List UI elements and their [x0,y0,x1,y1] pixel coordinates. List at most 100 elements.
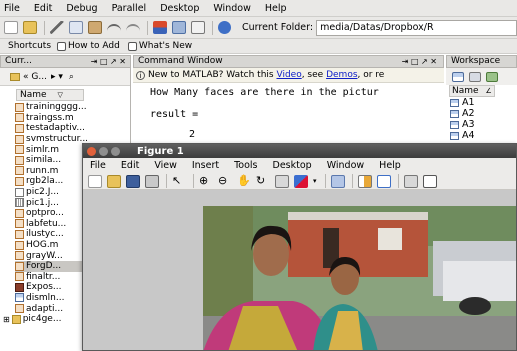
chevron-down-icon[interactable]: ▸ ▾ [51,72,63,82]
data-cursor-icon[interactable] [275,174,289,188]
how-to-add-link[interactable]: How to Add [68,41,120,51]
pan-hand-icon[interactable]: ✋ [237,174,251,188]
info-suffix: , or re [357,70,385,80]
copy-icon[interactable] [69,21,83,34]
fig-menu-window[interactable]: Window [327,160,364,171]
variable-name: A1 [462,97,475,108]
undo-icon[interactable] [107,23,121,32]
zoom-out-icon[interactable]: ⊖ [218,174,232,188]
main-menubar: File Edit Debug Parallel Desktop Window … [0,0,517,17]
menu-debug[interactable]: Debug [66,3,97,14]
new-variable-icon[interactable] [452,71,464,82]
shortcuts-label: Shortcuts [8,41,52,51]
menu-desktop[interactable]: Desktop [160,3,199,14]
import-data-icon[interactable] [469,71,481,82]
file-name: testadaptiv... [26,123,85,134]
workspace-variable[interactable]: A2 [446,108,517,119]
m-file-icon [15,229,24,239]
show-plot-tools-icon[interactable] [422,174,437,188]
rotate-3d-icon[interactable]: ↻ [256,174,270,188]
file-name: HOG.m [26,240,59,251]
minimize-window-icon[interactable] [99,146,108,156]
cut-icon[interactable] [50,21,64,34]
fig-menu-insert[interactable]: Insert [192,160,219,171]
fig-menu-tools[interactable]: Tools [234,160,257,171]
m-file-icon [15,272,24,282]
help-icon[interactable] [218,21,231,34]
save-icon[interactable] [126,174,140,188]
path-crumb[interactable]: « G... [23,72,47,82]
colorbar-icon[interactable] [357,174,372,188]
mat-file-icon [15,293,24,303]
command-window-title[interactable]: Command Window ⇥ □ ↗ ✕ [133,55,444,68]
print-icon[interactable] [145,174,159,188]
info-bar: i New to MATLAB? Watch this Video, see D… [133,68,444,83]
file-name: ForgD... [26,261,62,272]
fig-menu-view[interactable]: View [154,160,177,171]
command-output-line: How Many faces are there in the pictur [150,87,379,98]
main-toolbar: Current Folder: media/Datas/Dropbox/R [0,17,517,39]
simulink-icon[interactable] [153,21,167,34]
open-folder-icon[interactable] [23,21,37,34]
toolbar-separator [324,174,326,188]
legend-icon[interactable] [376,174,391,188]
current-folder-title[interactable]: Curr... ⇥ □ ↗ ✕ [0,55,131,68]
menu-file[interactable]: File [4,3,20,14]
profiler-icon[interactable] [191,21,205,34]
workspace-variable[interactable]: A4 [446,130,517,141]
panel-controls-icon[interactable]: ⇥ □ ↗ ✕ [91,56,126,67]
toolbar-separator [166,174,167,188]
menu-edit[interactable]: Edit [34,3,52,14]
figure-titlebar[interactable]: Figure 1 [83,144,516,158]
menu-window[interactable]: Window [213,3,250,14]
workspace-name-header[interactable]: Name ∠ [449,85,495,97]
fig-menu-desktop[interactable]: Desktop [273,160,312,171]
expand-icon[interactable]: ⊞ [3,315,10,324]
new-figure-icon[interactable] [88,174,102,188]
demos-link[interactable]: Demos [326,70,357,80]
whats-new-link[interactable]: What's New [139,41,192,51]
list-item[interactable]: testadaptiv... [15,123,130,134]
workspace-variable[interactable]: A3 [446,119,517,130]
search-icon[interactable]: ⌕ [69,72,74,82]
menu-help[interactable]: Help [265,3,287,14]
save-workspace-icon[interactable] [486,71,498,82]
maximize-window-icon[interactable] [111,146,120,156]
current-folder-input[interactable]: media/Datas/Dropbox/R [316,19,517,36]
close-window-icon[interactable] [87,146,96,156]
file-name: pic4ge... [22,314,62,325]
chevron-down-icon[interactable]: ▾ [313,177,317,185]
workspace-variable[interactable]: A1 [446,97,517,108]
guide-icon[interactable] [172,21,186,34]
brush-icon[interactable] [294,174,308,188]
current-folder-title-text: Curr... [5,56,32,66]
m-file-icon [15,304,24,314]
fig-menu-help[interactable]: Help [379,160,401,171]
list-item[interactable]: trainingggg... [15,102,130,113]
figure-toolbar: ↖ ⊕ ⊖ ✋ ↻ ▾ [83,173,516,190]
list-item[interactable]: traingss.m [15,113,130,124]
variable-name: A3 [462,119,475,130]
fig-menu-file[interactable]: File [90,160,106,171]
zoom-in-icon[interactable]: ⊕ [199,174,213,188]
fig-menu-edit[interactable]: Edit [121,160,139,171]
m-file-icon [15,219,24,229]
video-link[interactable]: Video [276,70,301,80]
pointer-icon[interactable]: ↖ [172,174,186,188]
redo-icon[interactable] [126,23,140,32]
hide-plot-tools-icon[interactable] [403,174,418,188]
open-file-icon[interactable] [107,174,121,188]
file-name: pic2.J... [26,187,59,198]
panel-controls-icon[interactable]: ⇥ □ ↗ ✕ [402,56,437,67]
new-file-icon[interactable] [4,21,18,34]
m-file-icon [15,102,24,112]
file-name: adapti... [26,303,64,314]
variable-name: A2 [462,108,475,119]
link-plot-icon[interactable] [330,174,345,188]
figure-window[interactable]: Figure 1 File Edit View Insert Tools Des… [82,143,517,351]
name-column-header[interactable]: Name ▽ [16,89,84,101]
m-file-icon [15,166,24,176]
workspace-title[interactable]: Workspace [446,55,517,68]
paste-icon[interactable] [88,21,102,34]
menu-parallel[interactable]: Parallel [112,3,147,14]
